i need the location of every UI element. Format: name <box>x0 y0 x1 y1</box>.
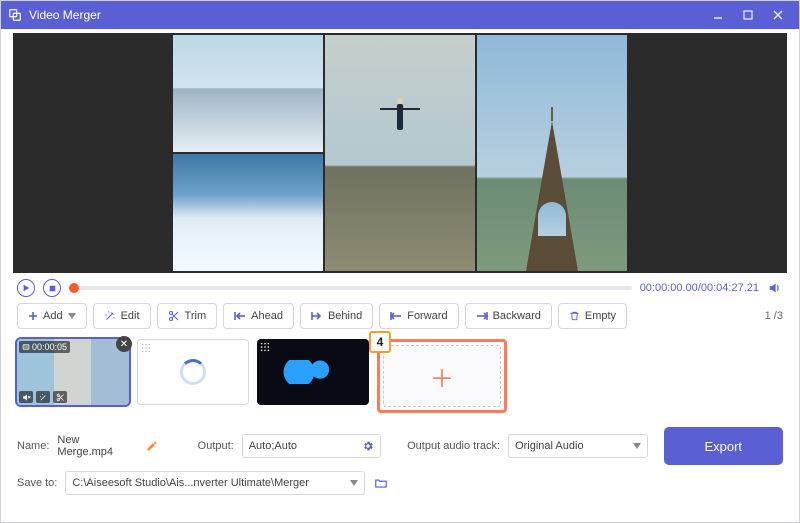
track-label: Output audio track: <box>407 440 500 452</box>
preview-col-1 <box>173 35 323 271</box>
preview-col-2 <box>325 35 475 271</box>
person-figure <box>380 98 420 158</box>
behind-button[interactable]: Behind <box>300 303 373 329</box>
play-button[interactable] <box>17 279 35 297</box>
audio-track-select[interactable]: Original Audio <box>508 434 647 458</box>
time-total: 00:04:27.21 <box>701 282 759 294</box>
callout-step-badge: 4 <box>369 331 391 353</box>
maximize-button[interactable] <box>733 1 763 29</box>
grid-icon <box>141 343 151 353</box>
add-clip-button[interactable]: ＋ <box>383 345 501 407</box>
track-value: Original Audio <box>515 440 584 452</box>
time-display: 00:00:00.00/00:04:27.21 <box>640 282 759 294</box>
clip-1-duration: 00:00:05 <box>19 341 70 353</box>
gear-icon[interactable] <box>362 440 374 452</box>
export-button[interactable]: Export <box>664 427 783 465</box>
clip-1[interactable]: 00:00:05 ✕ <box>17 339 129 405</box>
save-path-select[interactable]: C:\Aiseesoft Studio\Ais...nverter Ultima… <box>65 471 365 495</box>
stop-button[interactable] <box>43 279 61 297</box>
app-window: Video Merger <box>0 0 800 523</box>
open-folder-icon[interactable] <box>373 476 389 490</box>
scissors-icon <box>168 310 180 322</box>
add-button[interactable]: Add <box>17 303 87 329</box>
empty-label: Empty <box>585 310 616 322</box>
seek-slider[interactable] <box>69 286 632 290</box>
add-label: Add <box>43 310 63 322</box>
eiffel-tower <box>522 121 582 271</box>
behind-label: Behind <box>328 310 362 322</box>
plus-large-icon: ＋ <box>430 359 454 394</box>
loading-spinner-icon <box>180 359 206 385</box>
forward-button[interactable]: Forward <box>379 303 458 329</box>
trash-icon <box>569 310 580 322</box>
ahead-button[interactable]: Ahead <box>223 303 294 329</box>
page-current: 1 <box>765 310 771 322</box>
clip-1-overlay <box>19 391 67 403</box>
name-label: Name: <box>17 440 49 452</box>
titlebar: Video Merger <box>1 1 799 29</box>
wand-mini-icon[interactable] <box>36 391 50 403</box>
wand-icon <box>104 310 116 322</box>
behind-icon <box>311 311 323 321</box>
clip-1-remove[interactable]: ✕ <box>116 336 132 352</box>
trim-button[interactable]: Trim <box>157 303 218 329</box>
preview-col-3 <box>477 35 627 271</box>
edit-button[interactable]: Edit <box>93 303 151 329</box>
output-value: Auto;Auto <box>249 440 297 452</box>
preview-pane-jump <box>325 35 475 271</box>
edit-label: Edit <box>121 310 140 322</box>
plus-icon <box>28 311 38 321</box>
minimize-button[interactable] <box>703 1 733 29</box>
backward-button[interactable]: Backward <box>465 303 552 329</box>
export-label: Export <box>704 439 742 454</box>
save-path-value: C:\Aiseesoft Studio\Ais...nverter Ultima… <box>72 477 309 489</box>
grid-icon <box>260 342 270 352</box>
volume-icon[interactable] <box>767 281 783 295</box>
edit-name-icon[interactable] <box>146 440 158 452</box>
output-select[interactable]: Auto;Auto <box>242 434 381 458</box>
backward-label: Backward <box>493 310 541 322</box>
ahead-icon <box>234 311 246 321</box>
scissors-mini-icon[interactable] <box>53 391 67 403</box>
clip-2[interactable] <box>137 339 249 405</box>
forward-icon <box>390 311 402 321</box>
video-preview[interactable] <box>13 33 787 273</box>
caret-down-icon <box>633 443 641 449</box>
caret-down-icon <box>350 480 358 486</box>
app-title: Video Merger <box>29 8 101 22</box>
ahead-label: Ahead <box>251 310 283 322</box>
mute-icon[interactable] <box>19 391 33 403</box>
output-label: Output: <box>198 440 234 452</box>
app-icon <box>7 7 23 23</box>
empty-button[interactable]: Empty <box>558 303 627 329</box>
name-value[interactable]: New Merge.mp4 <box>57 434 137 458</box>
clip-3-thumbnail <box>278 360 348 384</box>
trim-label: Trim <box>185 310 207 322</box>
preview-pane-mountain <box>173 35 323 152</box>
preview-pane-snow <box>173 154 323 271</box>
clip-strip: 00:00:05 ✕ 4 ＋ <box>1 329 799 417</box>
time-current: 00:00:00.00 <box>640 282 698 294</box>
seek-knob[interactable] <box>69 283 79 293</box>
add-clip-callout: 4 ＋ <box>377 339 507 413</box>
close-button[interactable] <box>763 1 793 29</box>
caret-down-icon <box>68 313 76 319</box>
clip-toolbar: Add Edit Trim Ahead Behind Forward <box>1 297 799 329</box>
forward-label: Forward <box>407 310 447 322</box>
clip-3[interactable] <box>257 339 369 405</box>
save-label: Save to: <box>17 477 57 489</box>
page-total: 3 <box>777 310 783 322</box>
preview-pane-eiffel <box>477 35 627 271</box>
backward-icon <box>476 311 488 321</box>
page-count: 1 /3 <box>765 310 783 322</box>
